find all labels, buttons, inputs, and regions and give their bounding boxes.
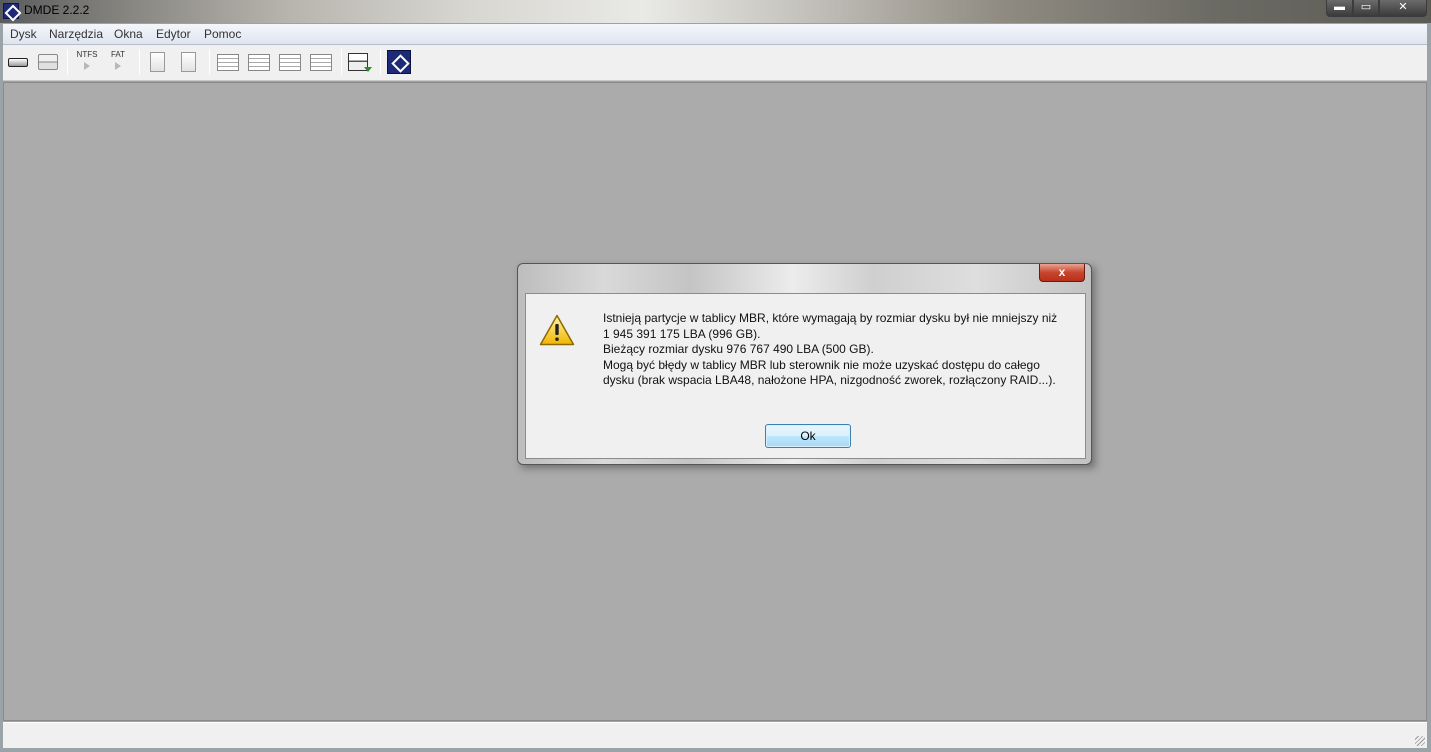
status-bar xyxy=(3,722,1427,748)
close-window-button[interactable]: ✕ xyxy=(1379,0,1427,17)
toolbar-separator xyxy=(341,49,342,75)
message-line: dysku (brak wspacia LBA48, nałożone HPA,… xyxy=(603,373,1056,387)
partitions-icon xyxy=(38,54,58,70)
ntfs-label: NTFS xyxy=(76,50,98,59)
toolbar-separator xyxy=(380,49,381,75)
message-line: Istnieją partycje w tablicy MBR, które w… xyxy=(603,311,1058,325)
search-button[interactable] xyxy=(309,50,333,74)
message-line: 1 945 391 175 LBA (996 GB). xyxy=(603,326,761,341)
new-file-button[interactable] xyxy=(176,50,200,74)
dialog-body: Istnieją partycje w tablicy MBR, które w… xyxy=(525,293,1086,459)
minimize-button[interactable]: ▬ xyxy=(1326,0,1353,17)
warning-dialog: x Istnieją partycje w tablicy MBR, które… xyxy=(517,263,1092,465)
menu-pomoc[interactable]: Pomoc xyxy=(204,27,241,41)
menu-bar: Dysk Narzędzia Okna Edytor Pomoc xyxy=(3,24,1427,45)
grid-view-button[interactable] xyxy=(278,50,302,74)
grid-view-icon xyxy=(279,54,301,71)
new-file-icon xyxy=(181,52,196,72)
detail-view-icon xyxy=(248,54,270,71)
title-bar: DMDE 2.2.2 ▬ ▭ ✕ xyxy=(0,0,1431,23)
drive-button[interactable] xyxy=(6,50,30,74)
warning-icon xyxy=(539,314,575,346)
partitions-button[interactable] xyxy=(36,50,60,74)
fat-label: FAT xyxy=(110,50,126,59)
dialog-message: Istnieją partycje w tablicy MBR, które w… xyxy=(603,311,1073,389)
disk-copy-button[interactable] xyxy=(347,50,372,74)
open-file-icon xyxy=(150,52,165,72)
list-view-icon xyxy=(217,54,239,71)
ok-button[interactable]: Ok xyxy=(765,424,851,448)
dmde-app-icon[interactable] xyxy=(3,3,19,19)
toolbar: NTFS FAT xyxy=(3,45,1427,81)
ntfs-button[interactable]: NTFS xyxy=(75,50,99,74)
window-title: DMDE 2.2.2 xyxy=(24,3,90,17)
ntfs-icon: NTFS xyxy=(75,50,99,70)
dmde-logo-icon xyxy=(387,50,411,74)
search-icon xyxy=(310,54,332,71)
message-line: Bieżący rozmiar dysku 976 767 490 LBA (5… xyxy=(603,342,874,356)
list-view-button[interactable] xyxy=(216,50,240,74)
dialog-close-button[interactable]: x xyxy=(1039,264,1085,282)
detail-view-button[interactable] xyxy=(247,50,271,74)
disk-copy-icon xyxy=(348,53,372,72)
toolbar-separator xyxy=(209,49,210,75)
fat-icon: FAT xyxy=(106,50,130,70)
resize-grip-icon[interactable] xyxy=(1415,736,1425,746)
menu-edytor[interactable]: Edytor xyxy=(156,27,191,41)
drive-icon xyxy=(8,58,28,67)
dmde-logo-button[interactable] xyxy=(387,50,411,74)
menu-dysk[interactable]: Dysk xyxy=(10,27,37,41)
menu-okna[interactable]: Okna xyxy=(114,27,143,41)
toolbar-separator xyxy=(67,49,68,75)
maximize-button[interactable]: ▭ xyxy=(1353,0,1379,17)
toolbar-separator xyxy=(139,49,140,75)
open-file-button[interactable] xyxy=(145,50,169,74)
menu-narzedzia[interactable]: Narzędzia xyxy=(49,27,103,41)
fat-button[interactable]: FAT xyxy=(106,50,130,74)
message-line: Mogą być błędy w tablicy MBR lub sterown… xyxy=(603,357,1040,372)
